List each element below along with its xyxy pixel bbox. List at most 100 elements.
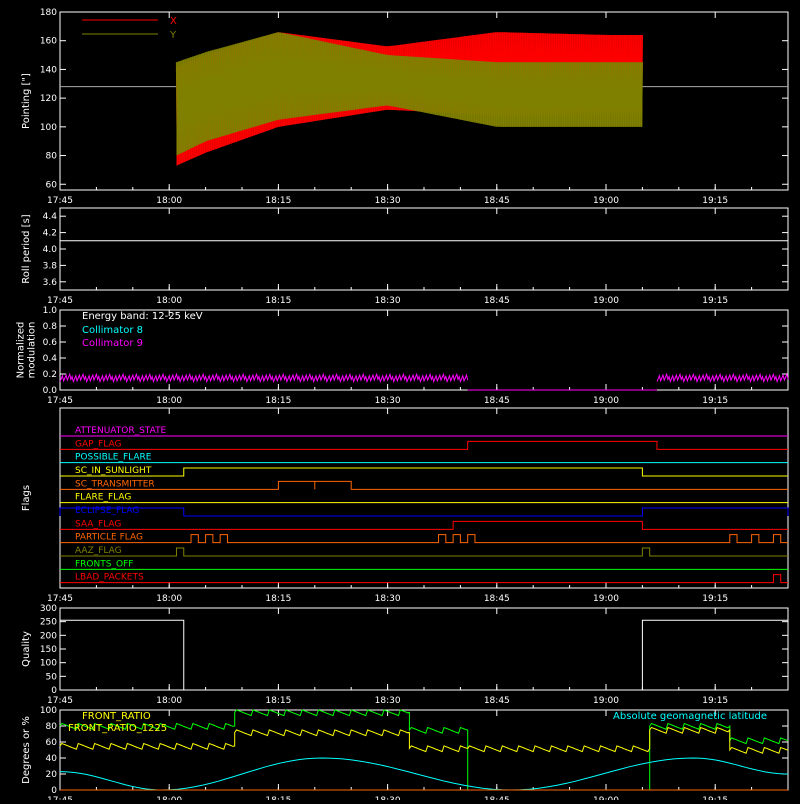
flag-label-AAZ_FLAG: AAZ_FLAG — [75, 546, 122, 556]
modulation-xtick-label-4: 18:45 — [484, 396, 510, 406]
modulation-legend-collimator9: Collimator 9 — [82, 338, 143, 349]
roll-ytick-label-2: 4.0 — [43, 245, 58, 255]
quality-ytick-label-5: 250 — [40, 618, 57, 628]
ratios-xtick-label-5: 19:00 — [593, 796, 619, 800]
flag-line-ECLIPSE_FLAG — [59, 507, 789, 517]
roll-xtick-label-2: 18:15 — [265, 296, 291, 306]
roll-ytick-label-1: 3.8 — [43, 261, 58, 271]
modulation-collimator9-segment-0 — [59, 372, 469, 384]
flags-frame — [59, 407, 789, 589]
ratios-series-FRONT_RATIO — [59, 709, 789, 791]
flags-xtick-label-1: 18:00 — [156, 594, 182, 604]
modulation-xtick-label-6: 19:15 — [702, 396, 728, 406]
modulation-collimator9-segment-1 — [656, 372, 789, 384]
ratios-ytick-label-4: 80 — [46, 722, 58, 732]
ratios-ytick-label-3: 60 — [46, 738, 58, 748]
quality-ylabel: Quality — [21, 631, 32, 667]
quality-ytick-label-0: 0 — [51, 686, 57, 696]
quality-ytick-label-2: 100 — [40, 659, 57, 669]
modulation-ylabel: modulation — [27, 322, 38, 379]
flag-line-SC_IN_SUNLIGHT — [60, 467, 788, 477]
quality-xtick-label-1: 18:00 — [156, 696, 182, 706]
quality-ytick-label-6: 300 — [40, 604, 57, 614]
flags-xtick-label-4: 18:45 — [484, 594, 510, 604]
roll-xtick-label-6: 19:15 — [702, 296, 728, 306]
quality-xtick-label-3: 18:30 — [375, 696, 401, 706]
flags-xtick-label-5: 19:00 — [593, 594, 619, 604]
ratios-xtick-label-0: 17:45 — [47, 796, 73, 800]
roll-xtick-label-1: 18:00 — [156, 296, 182, 306]
flag-label-POSSIBLE_FLARE: POSSIBLE_FLARE — [75, 453, 152, 463]
modulation-ylabel: Normalized — [16, 322, 27, 379]
pointing-xtick-label-3: 18:30 — [375, 196, 401, 206]
modulation-legend-title: Energy band: 12-25 keV — [82, 311, 203, 322]
pointing-xtick-label-1: 18:00 — [156, 196, 182, 206]
roll-xtick-label-0: 17:45 — [47, 296, 73, 306]
ratios-frame — [59, 709, 789, 791]
ratios-xtick-label-3: 18:30 — [375, 796, 401, 800]
quality-xtick-label-0: 17:45 — [47, 696, 73, 706]
flag-line-GAP_FLAG — [60, 440, 788, 450]
flag-line-AAZ_FLAG — [60, 547, 788, 557]
flag-label-ATTENUATOR_STATE: ATTENUATOR_STATE — [75, 426, 167, 436]
pointing-ylabel: Pointing ["] — [21, 73, 32, 129]
flags-xtick-label-2: 18:15 — [265, 594, 291, 604]
roll-ytick-label-0: 3.6 — [43, 278, 58, 288]
ratios-annotation-latitude: Absolute geomagnetic latitude — [613, 711, 767, 722]
flag-label-ECLIPSE_FLAG: ECLIPSE_FLAG — [75, 506, 139, 516]
flags-xtick-label-3: 18:30 — [375, 594, 401, 604]
flag-line-SC_TRANSMITTER — [60, 480, 788, 490]
flag-label-LBAD_PACKETS: LBAD_PACKETS — [75, 573, 144, 583]
flag-label-FLARE_FLAG: FLARE_FLAG — [75, 493, 131, 503]
pointing-legend-label-Y: Y — [169, 30, 177, 41]
modulation-ytick-label-2: 0.4 — [43, 354, 58, 364]
ratios-ytick-label-0: 0 — [51, 786, 57, 796]
ratios-series-FRONT_RATIO_1225 — [59, 726, 789, 754]
roll-frame — [59, 207, 789, 291]
roll-ytick-label-3: 4.2 — [43, 229, 57, 239]
quality-xtick-label-5: 19:00 — [593, 696, 619, 706]
pointing-xtick-label-6: 19:15 — [702, 196, 728, 206]
roll-ylabel: Roll period [s] — [21, 214, 32, 283]
modulation-ytick-label-0: 0.0 — [43, 386, 58, 396]
pointing-xtick-label-5: 19:00 — [593, 196, 619, 206]
modulation-ytick-label-5: 1.0 — [43, 306, 58, 316]
modulation-xtick-label-1: 18:00 — [156, 396, 182, 406]
flag-label-FRONTS_OFF: FRONTS_OFF — [75, 559, 133, 569]
ratios-legend-front-ratio: FRONT_RATIO — [82, 711, 151, 722]
roll-xtick-label-4: 18:45 — [484, 296, 510, 306]
flag-label-SC_IN_SUNLIGHT: SC_IN_SUNLIGHT — [75, 466, 152, 476]
flag-line-SAA_FLAG — [60, 520, 788, 530]
pointing-ytick-label-0: 60 — [46, 180, 58, 190]
pointing-legend-label-X: X — [170, 16, 177, 27]
modulation-legend-collimator8: Collimator 8 — [82, 325, 143, 336]
pointing-xtick-label-2: 18:15 — [265, 196, 291, 206]
quality-ytick-label-4: 200 — [40, 631, 57, 641]
pointing-ytick-label-6: 180 — [40, 8, 57, 18]
chart-root: 17:45 18:00 18:15 18:30 18:45 19:00 19:15 60 80 1… — [0, 0, 800, 804]
pointing-ytick-label-4: 140 — [40, 65, 57, 75]
flags-ylabel: Flags — [21, 485, 32, 511]
modulation-ytick-label-4: 0.8 — [43, 322, 58, 332]
ratios-ylabel: Degrees or % — [21, 716, 32, 784]
ratios-xtick-label-6: 19:15 — [702, 796, 728, 800]
modulation-xtick-label-0: 17:45 — [47, 396, 73, 406]
quality-xtick-label-2: 18:15 — [265, 696, 291, 706]
flag-line-PARTICLE FLAG — [60, 534, 788, 544]
roll-xtick-label-3: 18:30 — [375, 296, 401, 306]
ratios-ytick-label-5: 100 — [40, 706, 57, 716]
roll-xtick-label-5: 19:00 — [593, 296, 619, 306]
modulation-xtick-label-2: 18:15 — [265, 396, 291, 406]
pointing-xtick-label-4: 18:45 — [484, 196, 510, 206]
flag-label-PARTICLE FLAG: PARTICLE FLAG — [75, 533, 143, 543]
modulation-ytick-label-1: 0.2 — [43, 370, 57, 380]
ratios-ytick-label-1: 20 — [46, 770, 58, 780]
flag-label-SC_TRANSMITTER: SC_TRANSMITTER — [75, 479, 155, 489]
flag-line-LBAD_PACKETS — [60, 574, 788, 584]
ratios-xtick-label-4: 18:45 — [484, 796, 510, 800]
pointing-ytick-label-1: 80 — [46, 152, 58, 162]
ratios-legend-front-ratio-1225: FRONT_RATIO_1225 — [68, 723, 167, 734]
rhessi-summary-plot: 17:45 18:00 18:15 18:30 18:45 19:00 19:15 60 80 1… — [16, 8, 789, 804]
ratios-ytick-label-2: 40 — [46, 754, 58, 764]
flags-xtick-label-0: 17:45 — [47, 594, 73, 604]
